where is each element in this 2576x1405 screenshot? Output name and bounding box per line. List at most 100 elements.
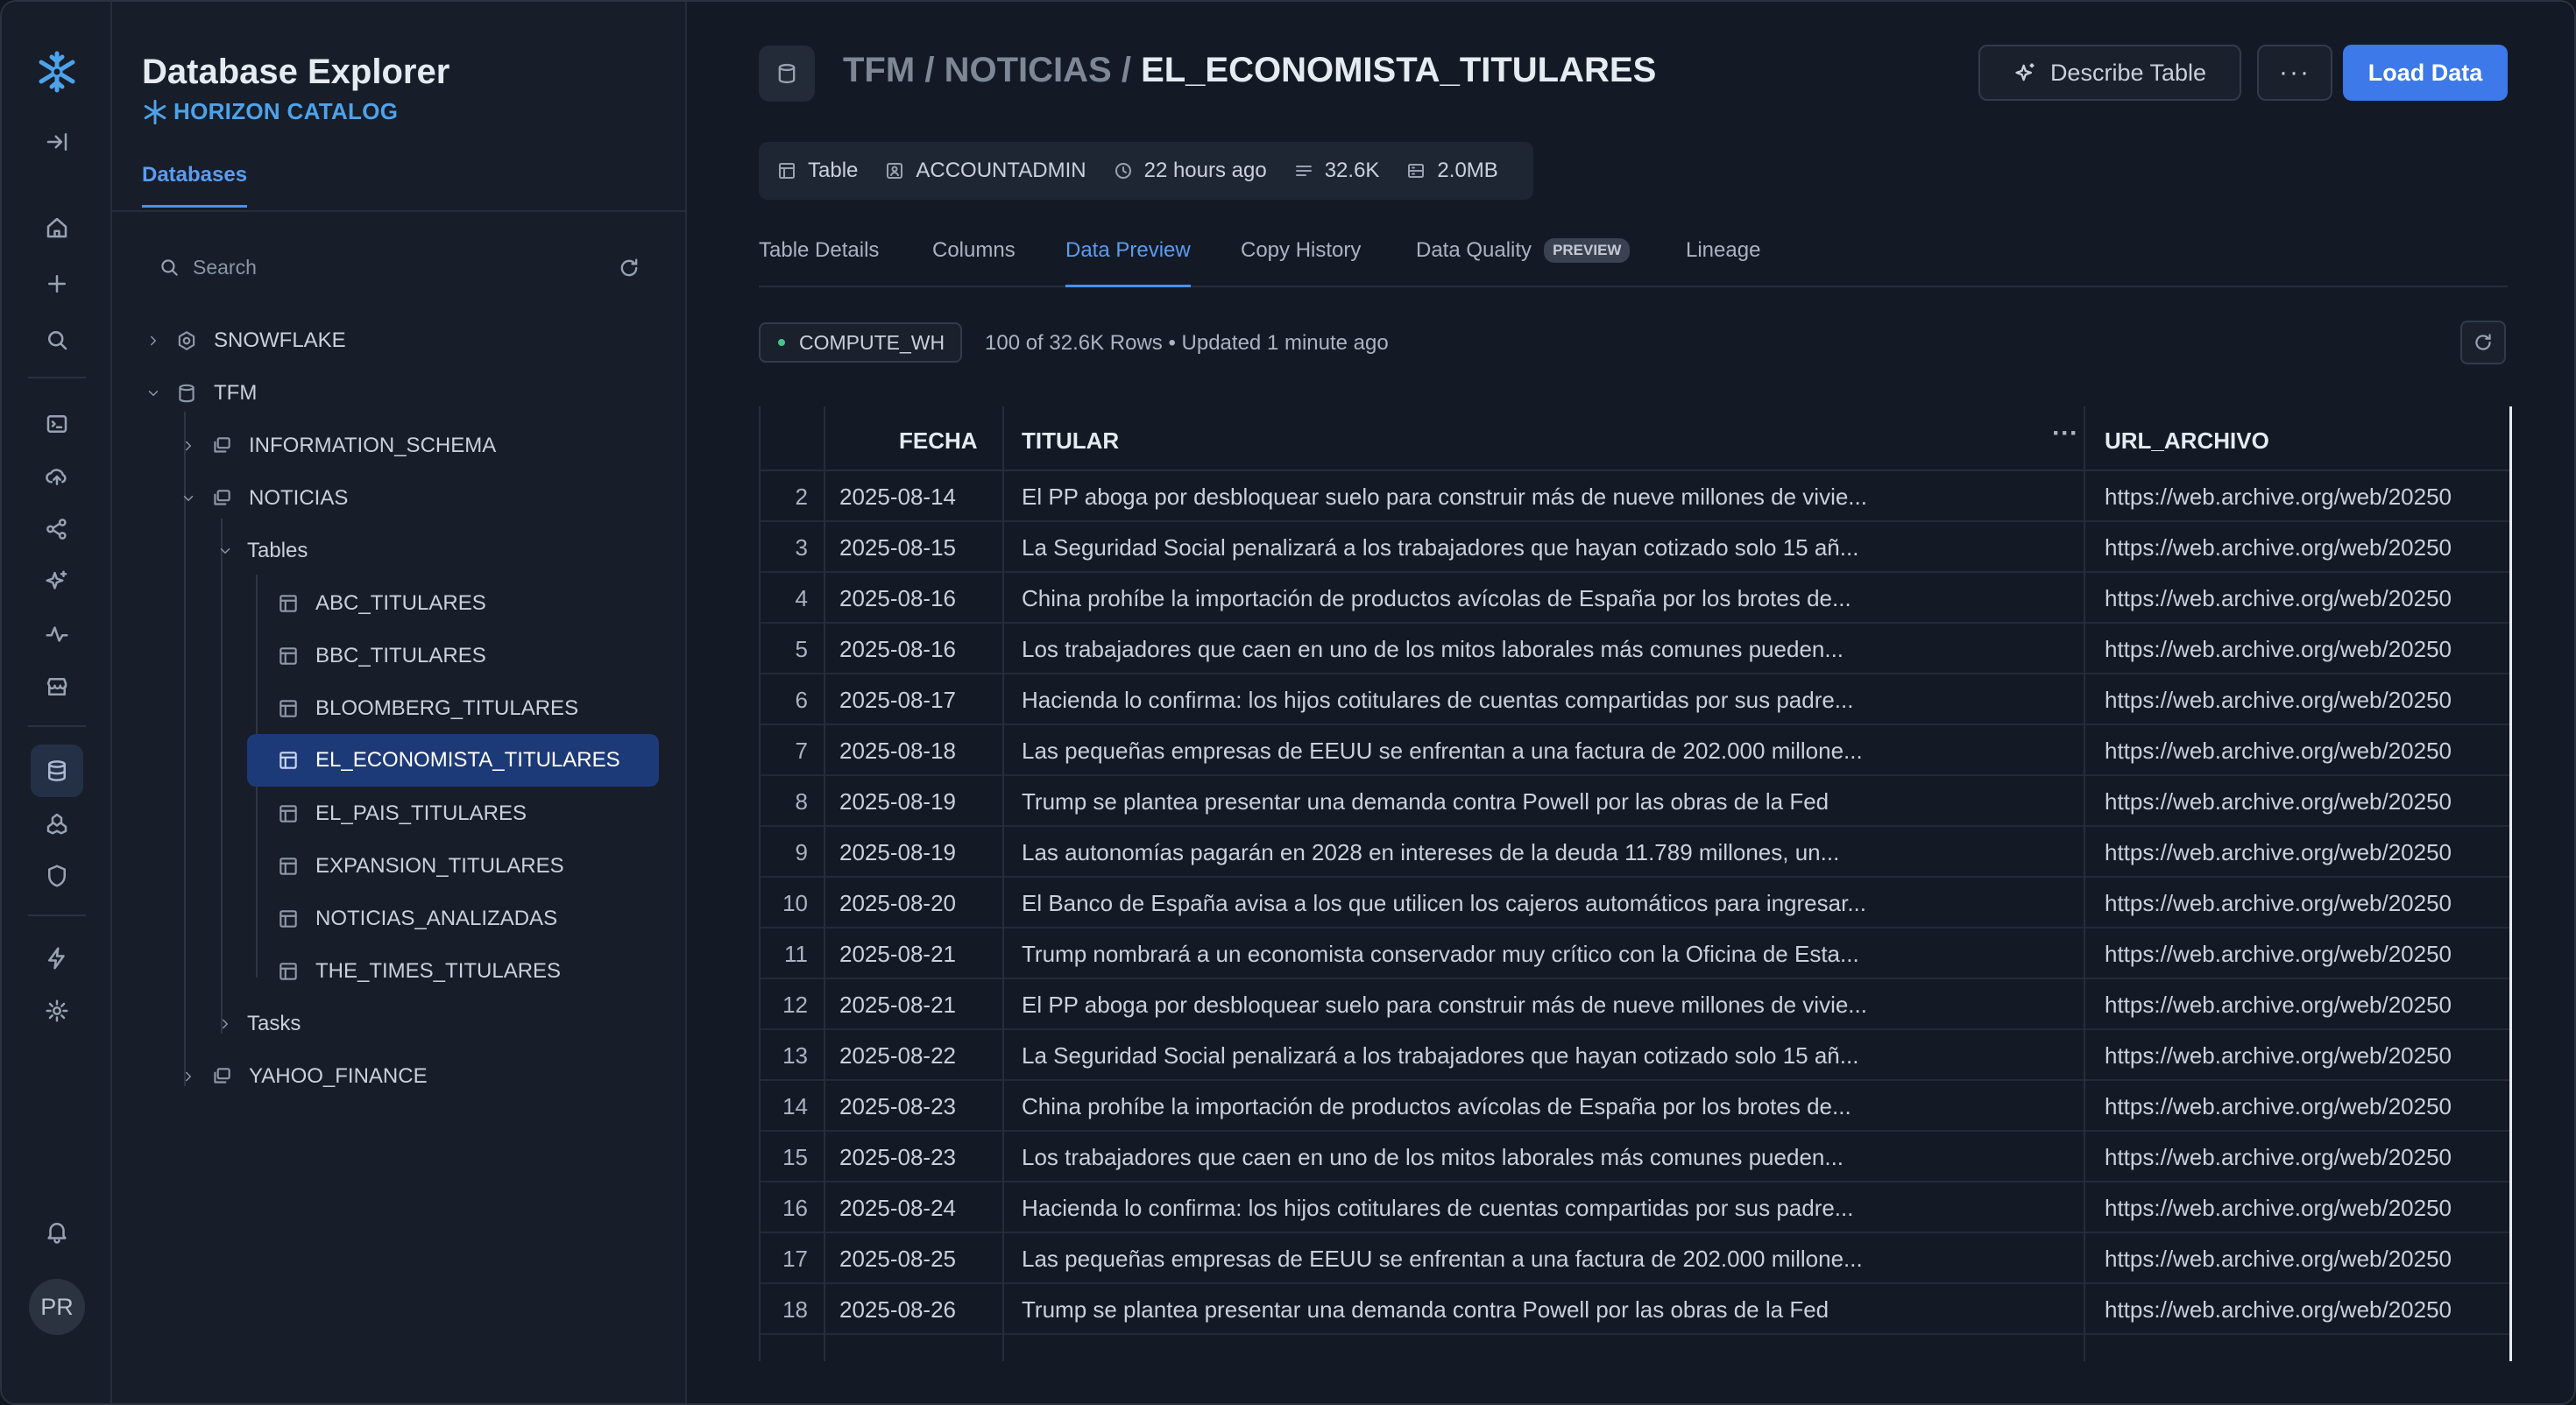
fecha-cell[interactable]: 2025-08-22 (839, 1042, 980, 1070)
tree-item-snowflake[interactable]: SNOWFLAKE (144, 319, 346, 363)
table-row[interactable]: 13 2025-08-22 La Seguridad Social penaliza… (761, 1030, 2511, 1081)
url-archivo-cell[interactable]: https://web.archive.org/web/20250 (2105, 1093, 2511, 1120)
row-number-cell[interactable]: 14 (761, 1093, 808, 1120)
url-archivo-cell[interactable]: https://web.archive.org/web/20250 (2105, 738, 2511, 765)
row-number-cell[interactable]: 4 (761, 585, 808, 612)
titular-cell[interactable]: Los trabajadores que caen en uno de los … (1022, 636, 1942, 663)
tree-item-table[interactable]: EXPANSION_TITULARES (275, 844, 678, 888)
fecha-cell[interactable]: 2025-08-15 (839, 534, 980, 561)
table-row[interactable]: 2 2025-08-14 El PP aboga por desbloquear s… (761, 471, 2511, 522)
tree-item-table[interactable]: EL_PAIS_TITULARES (275, 792, 678, 836)
table-row[interactable]: 3 2025-08-15 La Seguridad Social penalizar… (761, 522, 2511, 573)
url-archivo-cell[interactable]: https://web.archive.org/web/20250 (2105, 941, 2511, 968)
user-avatar[interactable]: PR (29, 1279, 85, 1335)
fecha-cell[interactable]: 2025-08-25 (839, 1246, 980, 1273)
bell-icon[interactable] (31, 1205, 83, 1258)
more-options-button[interactable]: ··· (2257, 45, 2332, 101)
table-row[interactable]: 8 2025-08-19 Trump se plantea presentar un… (761, 776, 2511, 827)
search-input[interactable]: Search (193, 256, 257, 279)
fecha-cell[interactable]: 2025-08-16 (839, 585, 980, 612)
url-archivo-cell[interactable]: https://web.archive.org/web/20250 (2105, 1296, 2511, 1324)
refresh-preview-button[interactable] (2460, 321, 2506, 364)
tab-data-preview[interactable]: Data Preview (1065, 238, 1191, 287)
titular-cell[interactable]: Las pequeñas empresas de EEUU se enfrent… (1022, 738, 1942, 765)
url-archivo-cell[interactable]: https://web.archive.org/web/20250 (2105, 534, 2511, 561)
describe-table-button[interactable]: Describe Table (1978, 45, 2241, 101)
table-row[interactable]: 7 2025-08-18 Las pequeñas empresas de EEUU… (761, 725, 2511, 776)
data-products-icon[interactable] (31, 797, 83, 850)
table-row[interactable]: 15 2025-08-23 Los trabajadores que caen en… (761, 1132, 2511, 1183)
sidebar-search[interactable]: Search (158, 245, 648, 289)
row-number-cell[interactable]: 2 (761, 484, 808, 511)
ai-icon[interactable] (31, 555, 83, 608)
projects-icon[interactable] (31, 503, 83, 555)
row-number-cell[interactable]: 15 (761, 1144, 808, 1171)
row-number-cell[interactable]: 13 (761, 1042, 808, 1070)
tab-table-details[interactable]: Table Details (759, 238, 879, 287)
snowflake-logo-icon[interactable] (31, 46, 83, 98)
refresh-icon[interactable] (617, 256, 641, 285)
titular-cell[interactable]: El PP aboga por desbloquear suelo para c… (1022, 992, 1942, 1019)
column-header-url-archivo[interactable]: URL_ARCHIVO (2105, 427, 2269, 455)
url-archivo-cell[interactable]: https://web.archive.org/web/20250 (2105, 687, 2511, 714)
fecha-cell[interactable]: 2025-08-21 (839, 941, 980, 968)
row-number-cell[interactable]: 17 (761, 1246, 808, 1273)
fecha-cell[interactable]: 2025-08-18 (839, 738, 980, 765)
monitoring-icon[interactable] (31, 608, 83, 660)
titular-cell[interactable]: El Banco de España avisa a los que utili… (1022, 890, 1942, 917)
table-row[interactable]: 12 2025-08-21 El PP aboga por desbloquear … (761, 979, 2511, 1030)
titular-cell[interactable]: China prohíbe la importación de producto… (1022, 1093, 1942, 1120)
url-archivo-cell[interactable]: https://web.archive.org/web/20250 (2105, 788, 2511, 815)
home-icon[interactable] (31, 201, 83, 254)
chevron-right-icon[interactable] (144, 331, 163, 350)
row-number-cell[interactable]: 11 (761, 941, 808, 968)
tree-item-table[interactable]: ABC_TITULARES (275, 582, 678, 625)
titular-cell[interactable]: Las autonomías pagarán en 2028 en intere… (1022, 839, 1942, 866)
table-row[interactable]: 6 2025-08-17 Hacienda lo confirma: los hij… (761, 674, 2511, 725)
url-archivo-cell[interactable]: https://web.archive.org/web/20250 (2105, 484, 2511, 511)
tab-copy-history[interactable]: Copy History (1241, 238, 1361, 287)
column-header-fecha[interactable]: FECHA (899, 427, 978, 455)
fecha-cell[interactable]: 2025-08-16 (839, 636, 980, 663)
worksheet-icon[interactable] (31, 398, 83, 450)
table-row[interactable]: 18 2025-08-26 Trump se plantea presentar u… (761, 1284, 2511, 1335)
tree-item-table[interactable]: NOTICIAS_ANALIZADAS (275, 897, 678, 941)
breadcrumb-database[interactable]: TFM (843, 51, 915, 89)
url-archivo-cell[interactable]: https://web.archive.org/web/20250 (2105, 585, 2511, 612)
fecha-cell[interactable]: 2025-08-21 (839, 992, 980, 1019)
chevron-right-icon[interactable] (179, 436, 198, 455)
fecha-cell[interactable]: 2025-08-23 (839, 1093, 980, 1120)
row-number-cell[interactable]: 9 (761, 839, 808, 866)
column-menu-icon[interactable]: ··· (2052, 419, 2078, 448)
upload-icon[interactable] (31, 450, 83, 503)
table-row[interactable]: 9 2025-08-19 Las autonomías pagarán en 202… (761, 827, 2511, 878)
table-row[interactable]: 11 2025-08-21 Trump nombrará a un economis… (761, 928, 2511, 979)
bolt-icon[interactable] (31, 932, 83, 985)
row-number-cell[interactable]: 10 (761, 890, 808, 917)
table-row[interactable]: 5 2025-08-16 Los trabajadores que caen en … (761, 624, 2511, 674)
row-number-cell[interactable]: 12 (761, 992, 808, 1019)
fecha-cell[interactable]: 2025-08-26 (839, 1296, 980, 1324)
tree-item-information-schema[interactable]: INFORMATION_SCHEMA (179, 424, 496, 468)
governance-icon[interactable] (31, 850, 83, 902)
url-archivo-cell[interactable]: https://web.archive.org/web/20250 (2105, 1246, 2511, 1273)
tab-databases[interactable]: Databases (142, 163, 248, 208)
row-number-cell[interactable]: 16 (761, 1195, 808, 1222)
table-row[interactable]: 17 2025-08-25 Las pequeñas empresas de EEU… (761, 1233, 2511, 1284)
fecha-cell[interactable]: 2025-08-20 (839, 890, 980, 917)
titular-cell[interactable]: Los trabajadores que caen en uno de los … (1022, 1144, 1942, 1171)
tab-columns[interactable]: Columns (932, 238, 1016, 287)
row-number-cell[interactable]: 18 (761, 1296, 808, 1324)
fecha-cell[interactable]: 2025-08-19 (839, 788, 980, 815)
fecha-cell[interactable]: 2025-08-23 (839, 1144, 980, 1171)
tree-item-table[interactable]: THE_TIMES_TITULARES (275, 950, 678, 993)
fecha-cell[interactable]: 2025-08-17 (839, 687, 980, 714)
tree-item-tables-folder[interactable]: Tables (216, 529, 308, 573)
row-number-cell[interactable]: 3 (761, 534, 808, 561)
chevron-down-icon[interactable] (144, 384, 163, 403)
tab-lineage[interactable]: Lineage (1686, 238, 1760, 287)
table-row[interactable]: 10 2025-08-20 El Banco de España avisa a l… (761, 878, 2511, 928)
titular-cell[interactable]: La Seguridad Social penalizará a los tra… (1022, 534, 1942, 561)
titular-cell[interactable]: Las pequeñas empresas de EEUU se enfrent… (1022, 1246, 1942, 1273)
tree-item-yahoo-finance[interactable]: YAHOO_FINANCE (179, 1055, 428, 1098)
